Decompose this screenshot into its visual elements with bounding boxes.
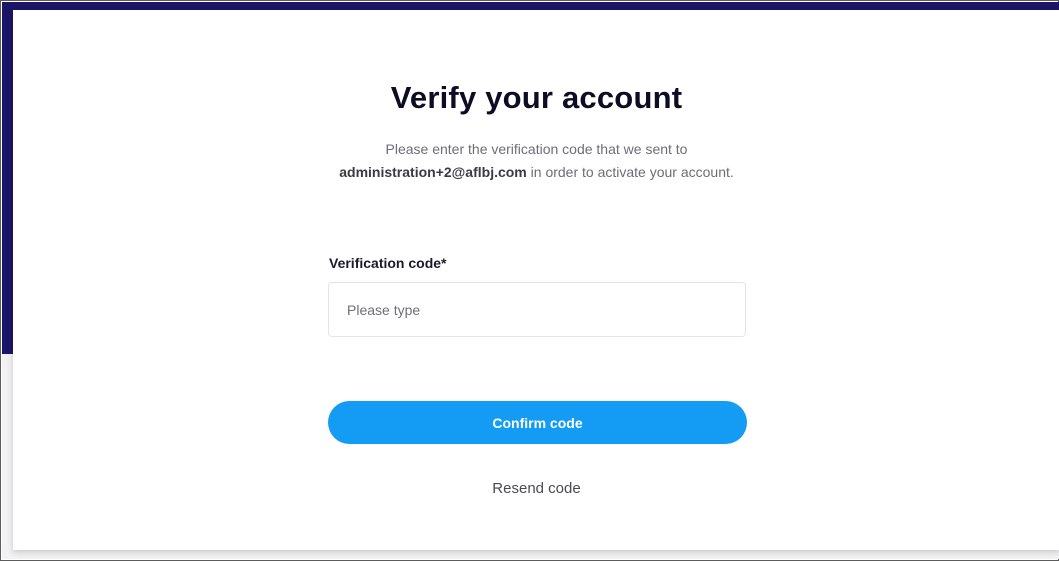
verification-code-label: Verification code*	[329, 255, 447, 271]
email-address: administration+2@aflbj.com	[339, 164, 527, 180]
browser-viewport: Verify your account Please enter the ver…	[0, 0, 1059, 561]
modal-description: Please enter the verification code that …	[331, 138, 742, 184]
verify-account-modal: Verify your account Please enter the ver…	[13, 10, 1059, 550]
confirm-code-button[interactable]: Confirm code	[328, 401, 747, 444]
resend-code-row: Resend code	[13, 480, 1059, 497]
resend-code-link[interactable]: Resend code	[492, 480, 580, 497]
description-suffix: in order to activate your account.	[526, 164, 734, 180]
modal-title: Verify your account	[390, 80, 683, 115]
verification-code-input[interactable]	[328, 282, 746, 337]
description-prefix: Please enter the verification code that …	[385, 141, 688, 157]
